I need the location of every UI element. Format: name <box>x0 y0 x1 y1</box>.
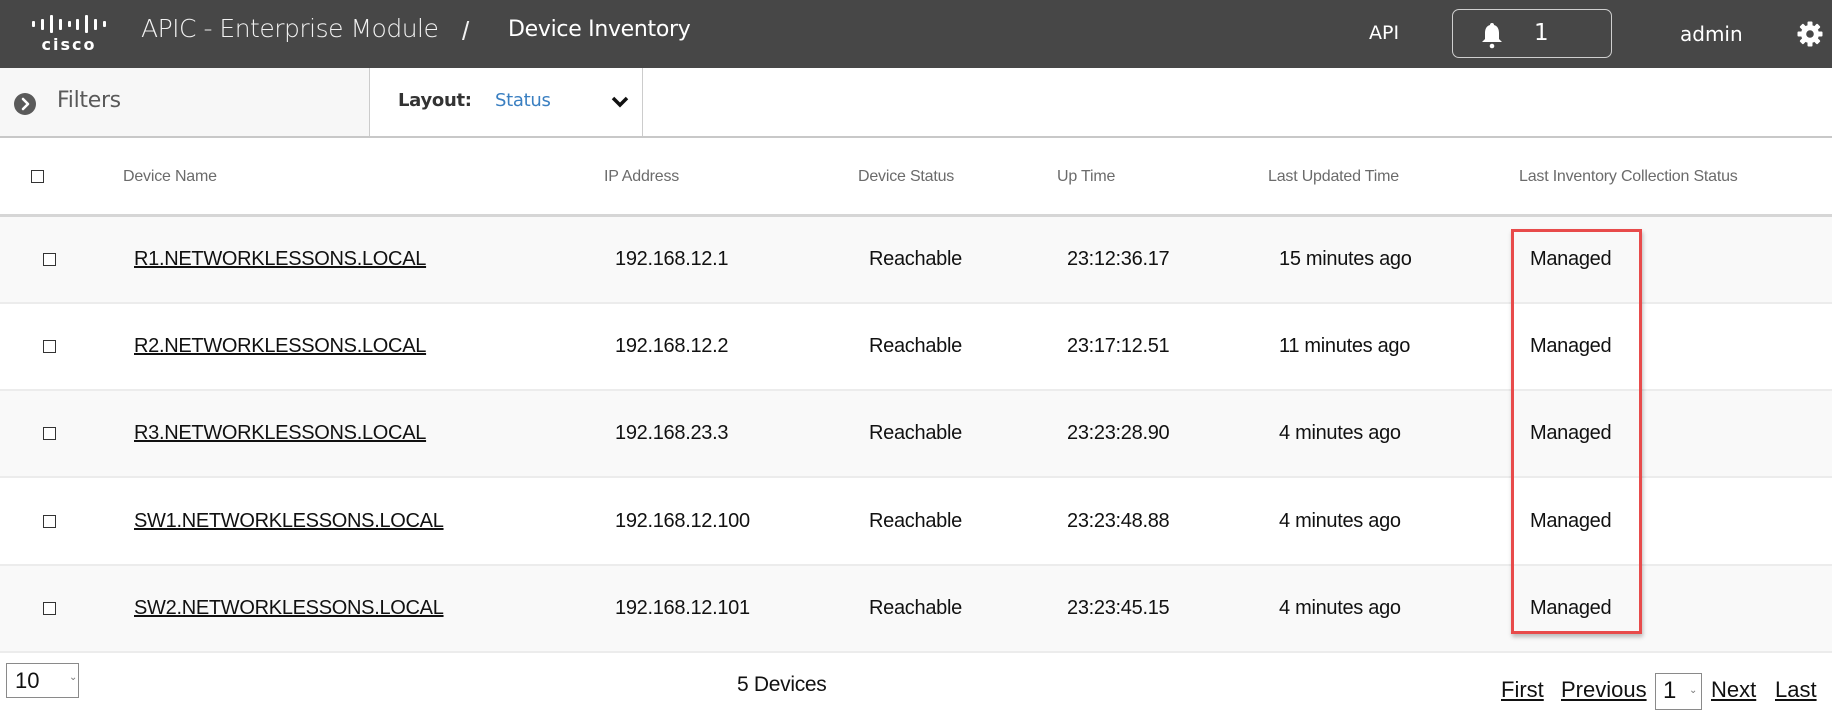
top-navigation-bar: cisco APIC - Enterprise Module / Device … <box>0 0 1832 68</box>
row-checkbox[interactable] <box>43 427 56 440</box>
cisco-logo[interactable]: cisco <box>32 14 106 54</box>
select-all-checkbox[interactable] <box>31 170 44 183</box>
collection-status: Managed <box>1530 248 1612 270</box>
table-row: R3.NETWORKLESSONS.LOCAL 192.168.23.3 Rea… <box>0 391 1832 478</box>
table-footer: 10 ⌄ 5 Devices First Previous 1 ⌄ Next L… <box>0 653 1832 716</box>
device-count: 5 Devices <box>737 673 827 696</box>
collection-status: Managed <box>1530 422 1612 444</box>
chevron-down-icon <box>611 96 629 108</box>
filters-label: Filters <box>57 88 121 113</box>
last-updated-time: 15 minutes ago <box>1279 248 1412 270</box>
cisco-logo-text: cisco <box>41 35 97 54</box>
device-status: Reachable <box>869 422 962 444</box>
device-status: Reachable <box>869 248 962 270</box>
notification-count: 1 <box>1534 20 1549 46</box>
column-header-device-status[interactable]: Device Status <box>858 168 954 186</box>
cisco-logo-bars-icon <box>32 14 106 34</box>
ip-address: 192.168.12.1 <box>615 248 729 270</box>
device-name-link[interactable]: SW2.NETWORKLESSONS.LOCAL <box>134 597 444 620</box>
api-link[interactable]: API <box>1369 22 1399 44</box>
last-updated-time: 4 minutes ago <box>1279 510 1401 532</box>
column-header-last-updated-time[interactable]: Last Updated Time <box>1268 168 1399 186</box>
up-time: 23:12:36.17 <box>1067 248 1170 270</box>
up-time: 23:23:28.90 <box>1067 422 1170 444</box>
table-row: SW1.NETWORKLESSONS.LOCAL 192.168.12.100 … <box>0 479 1832 566</box>
device-status: Reachable <box>869 510 962 532</box>
device-name-link[interactable]: R3.NETWORKLESSONS.LOCAL <box>134 422 426 445</box>
device-name-link[interactable]: R1.NETWORKLESSONS.LOCAL <box>134 248 426 271</box>
device-status: Reachable <box>869 335 962 357</box>
chevron-down-icon: ⌄ <box>1689 685 1698 696</box>
column-header-ip-address[interactable]: IP Address <box>604 168 679 186</box>
layout-label: Layout: <box>398 90 472 111</box>
last-updated-time: 4 minutes ago <box>1279 597 1401 619</box>
notifications-button[interactable]: 1 <box>1452 9 1612 58</box>
page-size-value: 10 <box>15 668 40 693</box>
last-updated-time: 11 minutes ago <box>1279 335 1411 357</box>
filter-bar: Filters Layout: Status <box>0 68 1832 138</box>
next-page-link[interactable]: Next <box>1711 677 1756 703</box>
column-header-device-name[interactable]: Device Name <box>123 168 217 186</box>
page-size-select[interactable]: 10 ⌄ <box>6 663 79 698</box>
up-time: 23:17:12.51 <box>1067 335 1170 357</box>
table-row: R2.NETWORKLESSONS.LOCAL 192.168.12.2 Rea… <box>0 304 1832 391</box>
layout-value: Status <box>495 90 551 111</box>
device-status: Reachable <box>869 597 962 619</box>
table-row: SW2.NETWORKLESSONS.LOCAL 192.168.12.101 … <box>0 566 1832 653</box>
chevron-right-circle-icon <box>14 93 36 115</box>
last-page-link[interactable]: Last <box>1775 677 1817 703</box>
collection-status: Managed <box>1530 510 1612 532</box>
device-name-link[interactable]: R2.NETWORKLESSONS.LOCAL <box>134 335 426 358</box>
row-checkbox[interactable] <box>43 340 56 353</box>
ip-address: 192.168.12.101 <box>615 597 750 619</box>
first-page-link[interactable]: First <box>1501 677 1544 703</box>
ip-address: 192.168.23.3 <box>615 422 729 444</box>
column-header-up-time[interactable]: Up Time <box>1057 168 1115 186</box>
gear-icon[interactable] <box>1797 21 1823 47</box>
app-title[interactable]: APIC - Enterprise Module <box>141 14 439 43</box>
page-title: Device Inventory <box>508 17 691 42</box>
row-checkbox[interactable] <box>43 602 56 615</box>
row-checkbox[interactable] <box>43 253 56 266</box>
row-checkbox[interactable] <box>43 515 56 528</box>
ip-address: 192.168.12.100 <box>615 510 750 532</box>
up-time: 23:23:48.88 <box>1067 510 1170 532</box>
up-time: 23:23:45.15 <box>1067 597 1170 619</box>
last-updated-time: 4 minutes ago <box>1279 422 1401 444</box>
collection-status: Managed <box>1530 335 1612 357</box>
bell-icon <box>1482 23 1502 49</box>
table-row: R1.NETWORKLESSONS.LOCAL 192.168.12.1 Rea… <box>0 217 1832 304</box>
user-menu[interactable]: admin <box>1680 22 1743 46</box>
breadcrumb-separator: / <box>462 16 470 46</box>
layout-select[interactable]: Layout: Status <box>370 68 643 136</box>
table-header: Device Name IP Address Device Status Up … <box>0 138 1832 217</box>
collection-status: Managed <box>1530 597 1612 619</box>
page-number-select[interactable]: 1 ⌄ <box>1655 673 1702 710</box>
column-header-last-inventory-collection-status[interactable]: Last Inventory Collection Status <box>1519 168 1738 186</box>
current-page-value: 1 <box>1663 677 1677 704</box>
previous-page-link[interactable]: Previous <box>1561 677 1647 703</box>
device-name-link[interactable]: SW1.NETWORKLESSONS.LOCAL <box>134 510 444 533</box>
ip-address: 192.168.12.2 <box>615 335 729 357</box>
chevron-down-icon: ⌄ <box>69 672 78 683</box>
filters-toggle[interactable]: Filters <box>0 68 370 136</box>
